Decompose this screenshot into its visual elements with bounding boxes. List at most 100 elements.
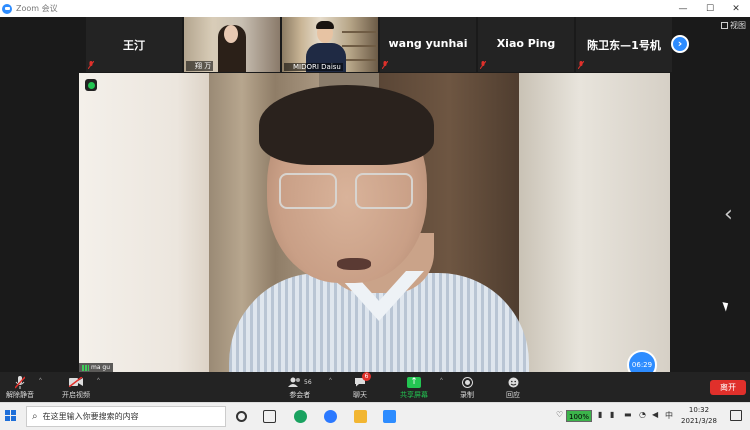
participant-name: 翔 万 xyxy=(186,61,214,71)
share-screen-button[interactable]: ↑ 共享屏幕 xyxy=(400,375,428,400)
bookshelf xyxy=(342,59,376,61)
speaker-glasses-left xyxy=(279,173,337,209)
chevron-up-icon[interactable]: ^ xyxy=(39,378,42,384)
windows-start-icon[interactable] xyxy=(5,410,17,422)
participant-tile[interactable]: Xiao Ping xyxy=(478,17,574,72)
zoom-taskbar-icon[interactable] xyxy=(383,410,396,423)
chevron-up-icon[interactable]: ^ xyxy=(329,378,332,384)
window-title: Zoom 会议 xyxy=(16,4,58,13)
view-button-label: 视图 xyxy=(730,21,746,30)
video-off-icon xyxy=(69,375,83,389)
unmute-label: 解除静音 xyxy=(6,391,34,399)
unmute-button[interactable]: 解除静音 xyxy=(6,375,34,400)
chevron-left-icon[interactable]: ‹ xyxy=(724,202,733,227)
maximize-button[interactable]: ☐ xyxy=(697,0,723,17)
participants-icon: 56 xyxy=(288,375,312,389)
battery-icon[interactable]: ▮ xyxy=(598,410,602,419)
share-screen-icon-wrap: ↑ xyxy=(407,375,421,389)
record-label: 录制 xyxy=(460,391,474,399)
chat-icon: 6 xyxy=(354,372,371,389)
search-icon: ⌕ xyxy=(32,411,38,422)
leave-meeting-button[interactable]: 离开 xyxy=(710,380,746,395)
speaker-glasses-right xyxy=(355,173,413,209)
grid-view-icon xyxy=(721,22,728,29)
participant-tile[interactable]: MIDORI Daisu xyxy=(282,17,378,72)
participant-strip: 王汀 翔 万 MIDORI Daisu wang yunhai Xiao Pin… xyxy=(86,17,672,72)
taskbar-clock[interactable]: 10:32 2021/3/28 xyxy=(680,405,718,427)
chevron-up-icon[interactable]: ^ xyxy=(440,378,443,384)
participants-label: 参会者 xyxy=(289,391,311,399)
search-placeholder: 在这里输入你要搜索的内容 xyxy=(42,412,139,421)
chevron-right-icon: › xyxy=(677,37,683,50)
start-video-label: 开启视频 xyxy=(62,391,90,399)
speaker-name-badge: ma gu xyxy=(79,363,114,372)
wifi-icon[interactable]: ◔ xyxy=(639,410,646,419)
zoom-logo-icon xyxy=(2,3,12,14)
chat-label: 聊天 xyxy=(353,391,367,399)
mic-muted-icon xyxy=(88,61,94,69)
zoom-screen: Zoom 会议 — ☐ ✕ 视图 王汀 翔 万 MIDORI Daisu wan… xyxy=(0,0,750,430)
clock-time: 10:32 xyxy=(688,406,710,414)
wechat-icon[interactable] xyxy=(294,410,307,423)
participant-tile[interactable]: wang yunhai xyxy=(380,17,476,72)
start-video-button[interactable]: 开启视频 xyxy=(62,375,90,400)
participant-tile[interactable]: 王汀 xyxy=(86,17,182,72)
reactions-label: 回应 xyxy=(506,391,520,399)
view-button[interactable]: 视图 xyxy=(721,20,746,31)
participant-name: wang yunhai xyxy=(388,37,468,50)
microphone-muted-icon xyxy=(15,375,25,389)
participants-button[interactable]: 56 参会者 xyxy=(288,375,312,400)
participant-video-hair xyxy=(316,21,334,29)
next-page-button[interactable]: › xyxy=(671,35,689,53)
participant-name: 陈卫东—1号机 xyxy=(587,39,661,52)
window-titlebar: Zoom 会议 — ☐ ✕ xyxy=(0,0,750,17)
speaker-name: ma gu xyxy=(91,364,111,371)
encryption-shield-icon[interactable] xyxy=(85,79,97,91)
participant-name: 王汀 xyxy=(123,39,145,52)
bookshelf xyxy=(342,31,376,33)
task-view-icon[interactable] xyxy=(263,410,276,423)
chat-button[interactable]: 6 聊天 xyxy=(353,372,371,400)
bookshelf xyxy=(342,45,376,47)
battery-indicator[interactable]: 100% xyxy=(566,410,592,422)
notification-center-icon[interactable] xyxy=(730,410,742,421)
meeting-controls: 解除静音 ^ 开启视频 ^ 56 参会者 ^ 6 聊天 ↑ 共享屏幕 ^ 录制 … xyxy=(0,372,750,402)
chat-unread-badge: 6 xyxy=(362,372,371,381)
participant-tile[interactable]: 陈卫东—1号机 xyxy=(576,17,672,72)
mic-muted-icon xyxy=(382,61,388,69)
tray-app-icon[interactable]: ▮ xyxy=(610,410,614,419)
clock-date: 2021/3/28 xyxy=(681,417,717,425)
monitor-icon[interactable]: ▬ xyxy=(624,410,632,419)
record-icon xyxy=(461,375,473,389)
speaker-hair xyxy=(259,85,434,165)
shield-tray-icon[interactable]: ♡ xyxy=(556,410,563,419)
participant-name: Xiao Ping xyxy=(496,37,556,50)
participant-video-face xyxy=(224,25,238,43)
file-explorer-icon[interactable] xyxy=(354,410,367,423)
ime-indicator[interactable]: 中 xyxy=(665,410,673,421)
minimize-button[interactable]: — xyxy=(670,0,696,17)
participant-count: 56 xyxy=(304,378,312,386)
active-speaker-video: ma gu xyxy=(79,73,670,372)
windows-taskbar: ⌕ 在这里输入你要搜索的内容 ♡ 100% ▮ ▮ ▬ ◔ ◀ 中 10:32 … xyxy=(0,402,750,430)
meeting-area: 视图 王汀 翔 万 MIDORI Daisu wang yunhai Xiao … xyxy=(0,17,750,380)
background-window xyxy=(79,73,219,372)
mic-muted-icon xyxy=(578,61,584,69)
record-button[interactable]: 录制 xyxy=(460,375,474,400)
reactions-icon xyxy=(508,375,519,389)
mouse-cursor-icon xyxy=(722,300,731,312)
app-icon[interactable] xyxy=(324,410,337,423)
volume-icon[interactable]: ◀ xyxy=(652,410,658,419)
speaker-mouth xyxy=(337,258,371,270)
participant-name: MIDORI Daisu xyxy=(284,63,343,71)
mic-muted-icon xyxy=(480,61,486,69)
cortana-icon[interactable] xyxy=(236,411,247,422)
share-screen-icon: ↑ xyxy=(407,376,421,388)
reactions-button[interactable]: 回应 xyxy=(506,375,520,400)
participant-tile[interactable]: 翔 万 xyxy=(184,17,280,72)
close-button[interactable]: ✕ xyxy=(723,0,749,17)
signal-bars-icon xyxy=(82,364,89,371)
chevron-up-icon[interactable]: ^ xyxy=(97,378,100,384)
taskbar-search-box[interactable]: ⌕ 在这里输入你要搜索的内容 xyxy=(26,406,226,427)
share-screen-label: 共享屏幕 xyxy=(400,391,428,399)
